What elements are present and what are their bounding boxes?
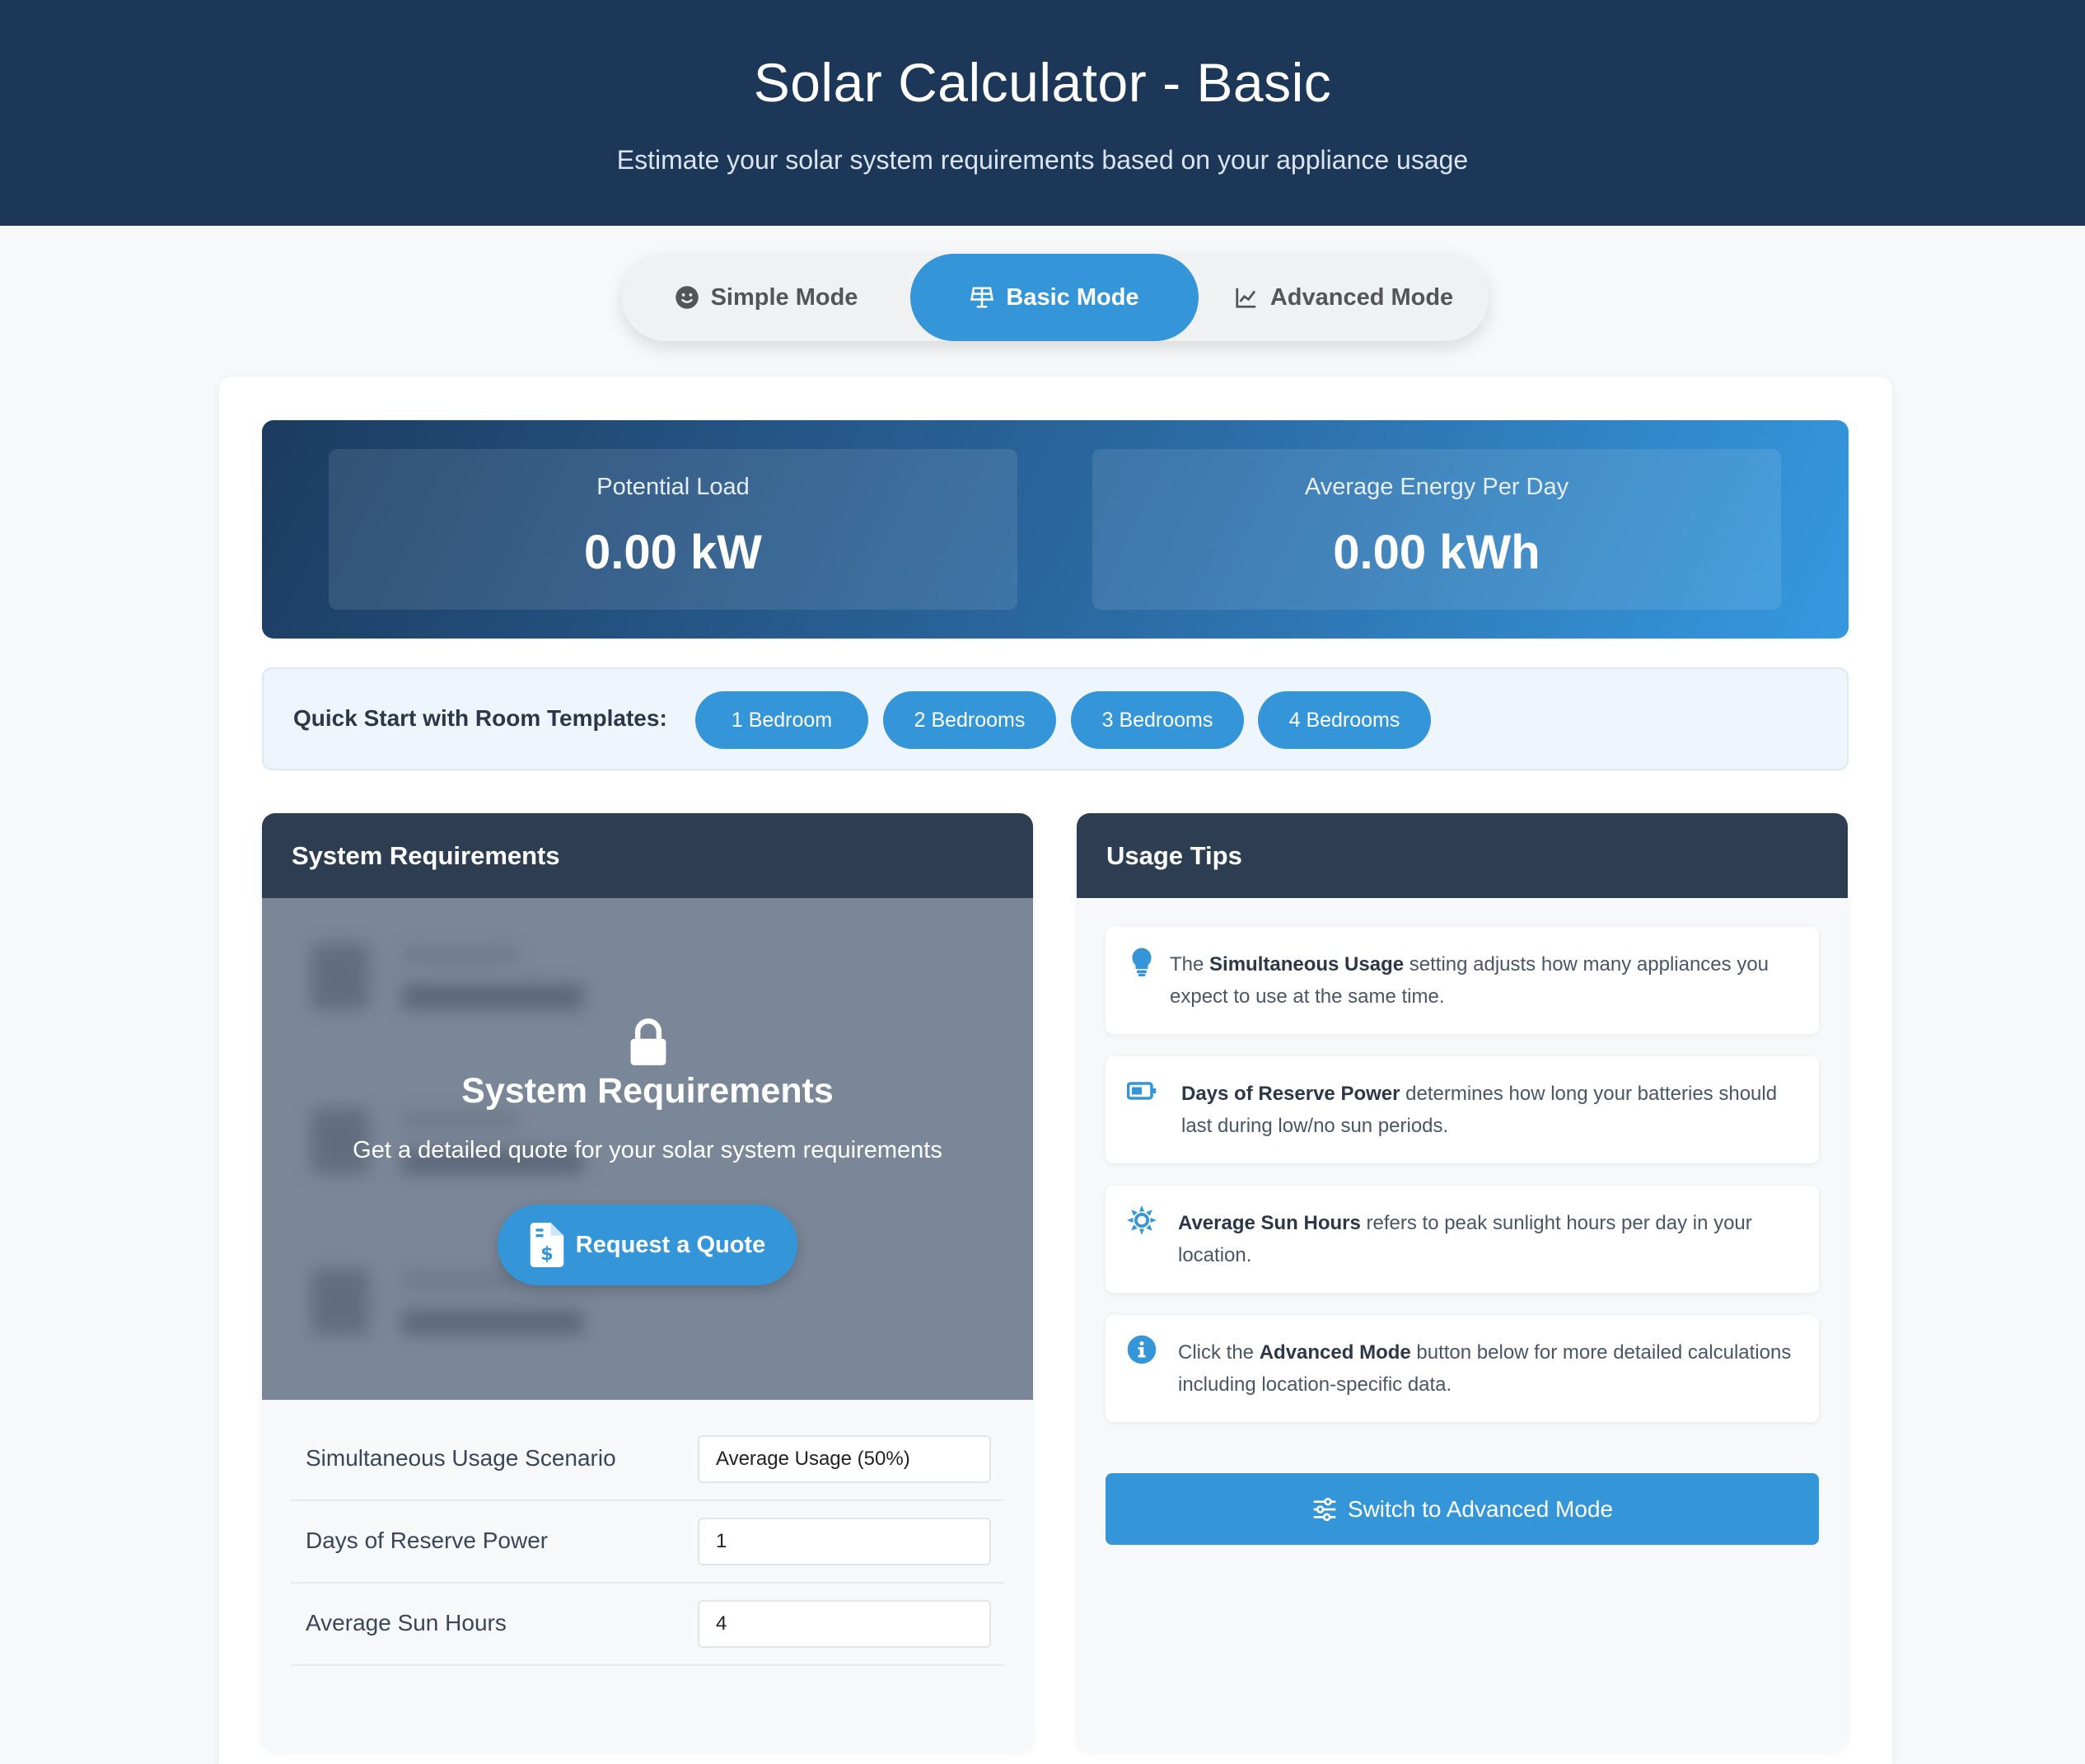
locked-overlay: System Requirements Get a detailed quote… — [262, 898, 1033, 1400]
usage-tips-panel: Usage Tips The Simultaneous Usage settin… — [1077, 813, 1848, 1751]
usage-tips-header: Usage Tips — [1077, 813, 1848, 898]
tip-text: The Simultaneous Usage setting adjusts h… — [1170, 953, 1769, 1008]
solar-panel-icon — [970, 287, 994, 308]
line-chart-icon — [1236, 288, 1256, 308]
templates-label: Quick Start with Room Templates: — [293, 705, 667, 731]
reserve-days-label: Days of Reserve Power — [306, 1528, 549, 1553]
tip-text: Click the Advanced Mode button below for… — [1178, 1341, 1792, 1396]
sun-hours-input[interactable] — [698, 1600, 991, 1648]
tip-text: Days of Reserve Power determines how lon… — [1181, 1083, 1778, 1137]
battery-icon — [1127, 1082, 1157, 1100]
tip-card: Average Sun Hours refers to peak sunligh… — [1106, 1186, 1819, 1293]
tip-text: Average Sun Hours refers to peak sunligh… — [1178, 1212, 1752, 1266]
template-1-bedroom-button[interactable]: 1 Bedroom — [695, 691, 868, 749]
simultaneous-usage-label: Simultaneous Usage Scenario — [306, 1445, 616, 1471]
advanced-mode-label: Advanced Mode — [1269, 283, 1454, 311]
potential-load-stat: Potential Load 0.00 kW — [329, 449, 1017, 610]
switch-advanced-mode-label: Switch to Advanced Mode — [1347, 1495, 1614, 1522]
tip-card: The Simultaneous Usage setting adjusts h… — [1106, 927, 1819, 1034]
tip-card: Click the Advanced Mode button below for… — [1106, 1315, 1819, 1422]
page-title: Solar Calculator - Basic — [753, 52, 1332, 113]
average-energy-stat: Average Energy Per Day 0.00 kWh — [1092, 449, 1781, 610]
mode-switch: Simple Mode Basic Mode Advanced Mode — [622, 254, 1489, 341]
stats-banner: Potential Load 0.00 kW Average Energy Pe… — [262, 420, 1849, 639]
page-header: Solar Calculator - Basic Estimate your s… — [0, 0, 2085, 226]
system-requirements-header: System Requirements — [262, 813, 1033, 898]
basic-mode-label: Basic Mode — [1006, 283, 1139, 311]
invoice-dollar-icon: $ — [530, 1223, 564, 1267]
average-energy-label: Average Energy Per Day — [1304, 474, 1569, 500]
average-energy-value: 0.00 kWh — [1333, 526, 1540, 579]
svg-text:$: $ — [540, 1243, 554, 1265]
template-4-bedrooms-button[interactable]: 4 Bedrooms — [1258, 691, 1431, 749]
switch-advanced-mode-button[interactable]: Switch to Advanced Mode — [1106, 1473, 1819, 1545]
room-templates: Quick Start with Room Templates: 1 Bedro… — [262, 667, 1849, 770]
reserve-days-row: Days of Reserve Power — [291, 1501, 1004, 1584]
simple-mode-label: Simple Mode — [710, 283, 858, 311]
sun-icon — [1127, 1205, 1157, 1235]
request-quote-label: Request a Quote — [575, 1231, 766, 1258]
template-2-bedrooms-button[interactable]: 2 Bedrooms — [883, 691, 1056, 749]
page-subtitle: Estimate your solar system requirements … — [616, 145, 1469, 175]
reserve-days-input[interactable] — [698, 1518, 991, 1565]
blurred-row — [311, 935, 641, 1026]
request-quote-button[interactable]: $ Request a Quote — [498, 1205, 797, 1285]
system-requirements-panel: System Requirements System Requirements … — [262, 813, 1033, 1751]
lightbulb-icon — [1132, 948, 1152, 976]
lock-icon — [630, 1018, 666, 1065]
sun-hours-row: Average Sun Hours — [291, 1584, 1004, 1666]
template-3-bedrooms-button[interactable]: 3 Bedrooms — [1071, 691, 1244, 749]
simultaneous-usage-row: Simultaneous Usage Scenario — [291, 1419, 1004, 1501]
simple-mode-button[interactable]: Simple Mode — [622, 254, 910, 341]
locked-text: Get a detailed quote for your solar syst… — [353, 1137, 942, 1163]
sliders-icon — [1313, 1497, 1336, 1521]
basic-mode-button[interactable]: Basic Mode — [910, 254, 1199, 341]
sun-hours-label: Average Sun Hours — [306, 1610, 507, 1635]
info-icon — [1127, 1335, 1157, 1364]
advanced-mode-button[interactable]: Advanced Mode — [1199, 254, 1489, 341]
locked-title: System Requirements — [461, 1071, 834, 1111]
smile-icon — [675, 286, 699, 309]
potential-load-value: 0.00 kW — [584, 526, 762, 579]
tip-card: Days of Reserve Power determines how lon… — [1106, 1056, 1819, 1163]
simultaneous-usage-select[interactable] — [698, 1435, 991, 1483]
potential-load-label: Potential Load — [596, 474, 750, 500]
